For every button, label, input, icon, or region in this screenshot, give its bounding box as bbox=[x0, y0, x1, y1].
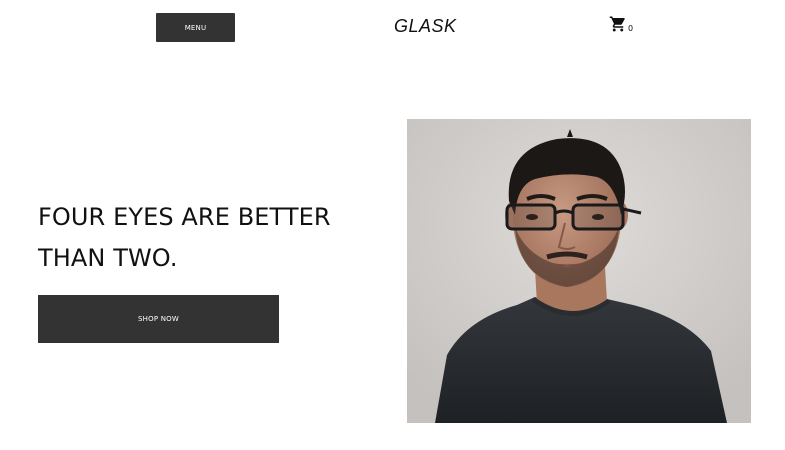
shopping-cart-icon bbox=[609, 16, 625, 32]
hero-portrait-image bbox=[407, 119, 751, 423]
cart-count: 0 bbox=[628, 24, 634, 33]
menu-button[interactable]: MENU bbox=[156, 13, 235, 42]
cart-button[interactable]: 0 bbox=[609, 15, 633, 33]
brand-logo[interactable]: GLASK bbox=[394, 16, 457, 37]
page: MENU GLASK 0 FOUR EYES ARE BETTER THAN T… bbox=[0, 0, 785, 450]
shop-now-button[interactable]: SHOP NOW bbox=[38, 295, 279, 343]
hero-headline: FOUR EYES ARE BETTER THAN TWO. bbox=[38, 203, 331, 272]
